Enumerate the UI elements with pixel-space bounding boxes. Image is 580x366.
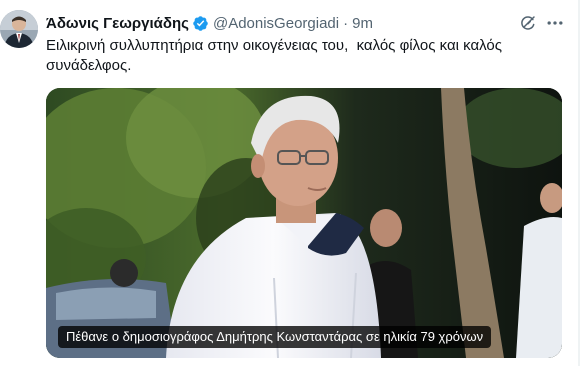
grok-icon[interactable]	[517, 12, 539, 34]
verified-badge-icon	[192, 15, 209, 32]
media-caption: Πέθανε ο δημοσιογράφος Δημήτρης Κωνσταντ…	[58, 326, 492, 348]
timestamp[interactable]: 9m	[352, 15, 373, 32]
photo-illustration	[46, 88, 562, 358]
separator-dot: ·	[343, 14, 349, 32]
tweet[interactable]: Άδωνις Γεωργιάδης @AdonisGeorgiadi · 9m …	[0, 0, 580, 366]
more-options-icon[interactable]	[544, 12, 566, 34]
author-handle[interactable]: @AdonisGeorgiadi	[213, 15, 339, 32]
author-name[interactable]: Άδωνις Γεωργιάδης	[46, 15, 189, 32]
tweet-text: Ειλικρινή συλλυπητήρια στην οικογένειας …	[46, 37, 507, 74]
tweet-header: Άδωνις Γεωργιάδης @AdonisGeorgiadi · 9m	[46, 13, 373, 33]
avatar[interactable]	[0, 10, 38, 48]
tweet-media-image[interactable]: Πέθανε ο δημοσιογράφος Δημήτρης Κωνσταντ…	[46, 88, 562, 358]
